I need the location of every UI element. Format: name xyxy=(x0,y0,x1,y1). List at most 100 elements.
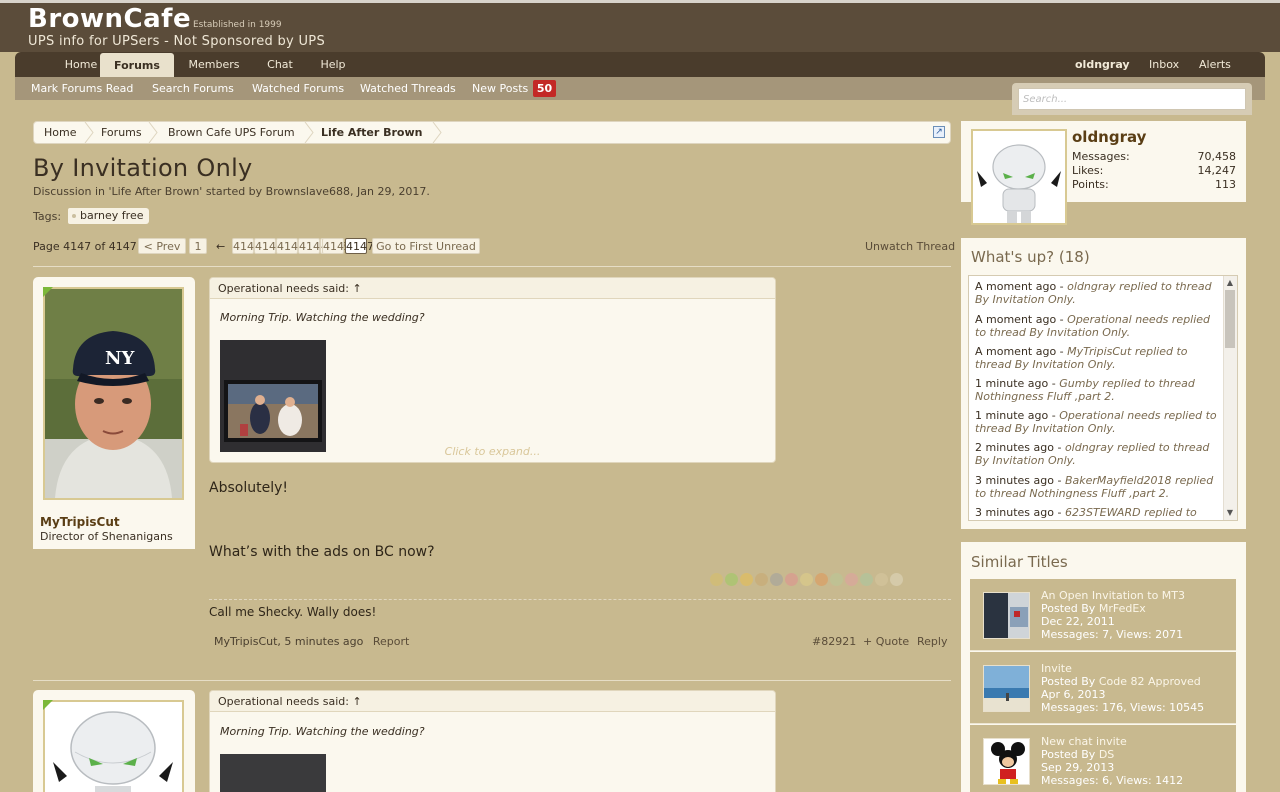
thread-thumbnail[interactable] xyxy=(983,738,1030,785)
page-button[interactable]: 4144 xyxy=(298,238,327,254)
page-current-button[interactable]: 4147 xyxy=(345,238,374,254)
tab-forums[interactable]: Forums xyxy=(100,53,174,78)
post-username[interactable]: MyTripisCut xyxy=(40,515,120,529)
tab-chat[interactable]: Chat xyxy=(259,52,301,77)
report-link[interactable]: Report xyxy=(373,635,409,648)
page-title: By Invitation Only xyxy=(33,154,253,182)
quote-image-thumbnail[interactable] xyxy=(220,340,326,452)
activity-scrollbar[interactable]: ▲ ▼ xyxy=(1223,276,1237,520)
similar-thread-title[interactable]: Invite xyxy=(1041,662,1072,675)
tab-help[interactable]: Help xyxy=(315,52,351,77)
watched-forums-link[interactable]: Watched Forums xyxy=(252,77,344,100)
watched-threads-link[interactable]: Watched Threads xyxy=(360,77,456,100)
main-nav: Home Forums Members Chat Help oldngray I… xyxy=(15,52,1265,78)
nav-alerts-link[interactable]: Alerts xyxy=(1199,52,1231,77)
click-to-expand-link[interactable]: Click to expand... xyxy=(210,445,775,458)
search-forums-link[interactable]: Search Forums xyxy=(152,77,234,100)
thread-thumbnail[interactable] xyxy=(983,665,1030,712)
breadcrumb-brown-cafe-forum[interactable]: Brown Cafe UPS Forum xyxy=(168,122,295,143)
activity-item[interactable]: 3 minutes ago - BakerMayfield2018 replie… xyxy=(975,474,1220,500)
unwatch-thread-link[interactable]: Unwatch Thread xyxy=(865,240,955,253)
page-button[interactable]: 4143 xyxy=(276,238,305,254)
site-logo[interactable]: BrownCafe xyxy=(28,4,191,34)
stat-messages-label: Messages: xyxy=(1072,150,1130,163)
activity-item[interactable]: 1 minute ago - Gumby replied to thread N… xyxy=(975,377,1220,403)
scroll-up-icon[interactable]: ▲ xyxy=(1225,277,1235,289)
page-first-button[interactable]: 1 xyxy=(189,238,207,254)
winner-icon[interactable] xyxy=(755,573,768,586)
breadcrumb-home[interactable]: Home xyxy=(44,122,76,143)
breadcrumb-forums[interactable]: Forums xyxy=(101,122,142,143)
quote-block: Operational needs said: ↑ Morning Trip. … xyxy=(209,277,776,463)
similar-thread-item[interactable]: An Open Invitation to MT3 Posted By MrFe… xyxy=(970,579,1236,651)
quote-text: Morning Trip. Watching the wedding? xyxy=(220,725,425,738)
page-button[interactable]: 4142 xyxy=(254,238,283,254)
avatar[interactable] xyxy=(971,129,1067,225)
rainbow-icon[interactable] xyxy=(815,573,828,586)
activity-item[interactable]: 1 minute ago - Operational needs replied… xyxy=(975,409,1220,435)
activity-item[interactable]: 2 minutes ago - oldngray replied to thre… xyxy=(975,441,1220,467)
whats-up-title: What's up? (18) xyxy=(971,248,1090,266)
new-posts-link[interactable]: New Posts xyxy=(472,77,528,100)
similar-thread-date: Sep 29, 2013 xyxy=(1041,761,1115,774)
page-button[interactable]: 4141 xyxy=(232,238,261,254)
breadcrumb-life-after-brown[interactable]: Life After Brown xyxy=(321,122,423,143)
similar-thread-item[interactable]: New chat invite Posted By DS Sep 29, 201… xyxy=(970,725,1236,792)
avatar[interactable] xyxy=(43,700,184,792)
online-indicator-icon xyxy=(43,700,53,710)
useful-icon[interactable] xyxy=(830,573,843,586)
go-to-first-unread-button[interactable]: Go to First Unread xyxy=(372,238,480,254)
ugly-icon[interactable] xyxy=(875,573,888,586)
tag-barney-free[interactable]: barney free xyxy=(68,208,149,224)
similar-thread-title[interactable]: An Open Invitation to MT3 xyxy=(1041,589,1185,602)
similar-thread-stats: Messages: 6, Views: 1412 xyxy=(1041,774,1184,787)
search-input[interactable] xyxy=(1018,88,1246,110)
nav-user-link[interactable]: oldngray xyxy=(1075,52,1130,77)
mark-forums-read-link[interactable]: Mark Forums Read xyxy=(31,77,133,100)
post-meta-author[interactable]: MyTripisCut xyxy=(214,635,277,648)
love-icon[interactable] xyxy=(785,573,798,586)
avatar[interactable]: NY xyxy=(43,287,184,500)
creative-icon[interactable] xyxy=(845,573,858,586)
reactions-bar[interactable] xyxy=(710,573,903,587)
scrollbar-thumb[interactable] xyxy=(1225,290,1235,348)
similar-thread-item[interactable]: Invite Posted By Code 82 Approved Apr 6,… xyxy=(970,652,1236,724)
signature-divider xyxy=(209,599,951,600)
prev-page-button[interactable]: < Prev xyxy=(138,238,186,254)
agree-icon[interactable] xyxy=(725,573,738,586)
informative-icon[interactable] xyxy=(770,573,783,586)
quote-button[interactable]: + Quote xyxy=(863,635,909,648)
quote-author[interactable]: Operational needs said: ↑ xyxy=(210,691,775,712)
scroll-down-icon[interactable]: ▼ xyxy=(1225,507,1235,519)
tab-members[interactable]: Members xyxy=(183,52,245,77)
breadcrumb: Home Forums Brown Cafe UPS Forum Life Af… xyxy=(33,121,951,144)
page-jump-left-icon[interactable]: ← xyxy=(216,240,225,253)
quote-author[interactable]: Operational needs said: ↑ xyxy=(210,278,775,299)
activity-item[interactable]: A moment ago - MyTripisCut replied to th… xyxy=(975,345,1220,371)
thread-description: Discussion in 'Life After Brown' started… xyxy=(33,185,430,198)
visitor-username[interactable]: oldngray xyxy=(1072,128,1146,146)
similar-thread-author: Posted By Code 82 Approved xyxy=(1041,675,1201,688)
like-icon[interactable] xyxy=(710,573,723,586)
page-label: Page 4147 of 4147 xyxy=(33,240,137,253)
funny-icon[interactable] xyxy=(740,573,753,586)
thread-thumbnail[interactable] xyxy=(983,592,1030,639)
activity-feed[interactable]: A moment ago - oldngray replied to threa… xyxy=(968,275,1238,521)
activity-item[interactable]: A moment ago - oldngray replied to threa… xyxy=(975,280,1220,306)
reply-button[interactable]: Reply xyxy=(917,635,947,648)
activity-item[interactable]: A moment ago - Operational needs replied… xyxy=(975,313,1220,339)
nav-inbox-link[interactable]: Inbox xyxy=(1149,52,1179,77)
page-button[interactable]: 4146 xyxy=(322,238,351,254)
post-number-link[interactable]: #82921 xyxy=(812,635,856,648)
new-posts-count-badge[interactable]: 50 xyxy=(533,80,556,97)
more-reactions-icon[interactable] xyxy=(890,573,903,586)
activity-item[interactable]: 3 minutes ago - 623STEWARD replied to xyxy=(975,506,1220,519)
similar-thread-title[interactable]: New chat invite xyxy=(1041,735,1127,748)
jump-to-icon[interactable]: ↗ xyxy=(933,126,945,138)
search-bar xyxy=(1012,83,1252,115)
friendly-icon[interactable] xyxy=(860,573,873,586)
quote-image-thumbnail[interactable] xyxy=(220,754,326,792)
online-indicator-icon xyxy=(43,287,53,297)
optimistic-icon[interactable] xyxy=(800,573,813,586)
post-meta-time[interactable]: , 5 minutes ago xyxy=(277,635,363,648)
